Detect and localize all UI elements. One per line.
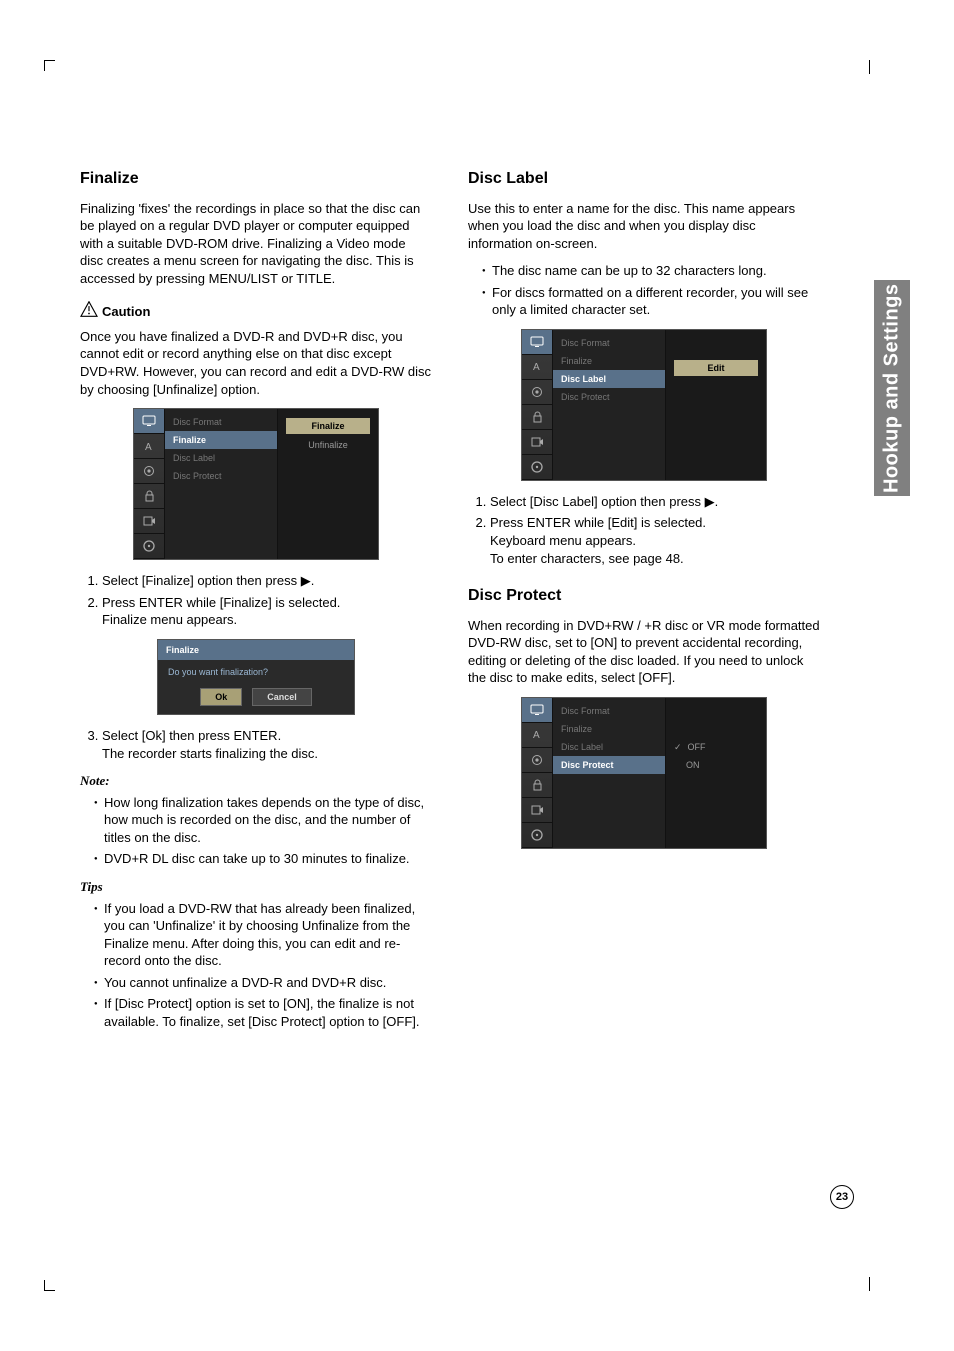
disc-icon bbox=[522, 455, 552, 480]
osd-on: ON bbox=[666, 756, 766, 774]
finalize-steps: Select [Finalize] option then press ▶. P… bbox=[80, 572, 432, 629]
note-item: DVD+R DL disc can take up to 30 minutes … bbox=[94, 850, 432, 868]
lock-icon bbox=[522, 405, 552, 430]
osd-menu-item: Disc Label bbox=[165, 449, 277, 467]
disc-label-bullets: The disc name can be up to 32 characters… bbox=[468, 262, 820, 319]
osd-finalize: A Disc Format Finalize Disc Label Disc P… bbox=[133, 408, 379, 560]
osd-menu-item: Finalize bbox=[553, 720, 665, 738]
step-text: Press ENTER while [Finalize] is selected… bbox=[102, 595, 340, 610]
osd-menu-item: Disc Protect bbox=[553, 388, 665, 406]
disc-protect-body: When recording in DVD+RW / +R disc or VR… bbox=[468, 617, 820, 687]
osd-menu-item: Disc Label bbox=[553, 738, 665, 756]
caution-body: Once you have finalized a DVD-R and DVD+… bbox=[80, 328, 432, 398]
note-list: How long finalization takes depends on t… bbox=[80, 794, 432, 868]
osd-menu-item: Disc Format bbox=[553, 702, 665, 720]
heading-disc-label: Disc Label bbox=[468, 168, 820, 190]
heading-disc-protect: Disc Protect bbox=[468, 585, 820, 607]
step-text: Keyboard menu appears. bbox=[490, 533, 636, 548]
osd-menu-item: Finalize bbox=[553, 352, 665, 370]
crop-mark bbox=[869, 60, 870, 74]
disc-label-intro: Use this to enter a name for the disc. T… bbox=[468, 200, 820, 253]
language-icon: A bbox=[134, 434, 164, 459]
tips-list: If you load a DVD-RW that has already be… bbox=[80, 900, 432, 1031]
crop-mark bbox=[869, 1277, 870, 1291]
svg-text:A: A bbox=[145, 442, 152, 453]
tv-icon bbox=[134, 409, 164, 434]
step-text: Select [Disc Label] option then press ▶. bbox=[490, 494, 718, 509]
language-icon: A bbox=[522, 355, 552, 380]
step: Select [Ok] then press ENTER. The record… bbox=[102, 727, 432, 762]
right-column: Disc Label Use this to enter a name for … bbox=[468, 168, 820, 1040]
lock-icon bbox=[134, 484, 164, 509]
audio-icon bbox=[522, 380, 552, 405]
language-icon: A bbox=[522, 723, 552, 748]
step: Select [Finalize] option then press ▶. bbox=[102, 572, 432, 590]
audio-icon bbox=[134, 459, 164, 484]
step-text: The recorder starts finalizing the disc. bbox=[102, 746, 318, 761]
record-icon bbox=[522, 798, 552, 823]
osd-disc-protect: A Disc Format Finalize Disc Label Disc P… bbox=[521, 697, 767, 849]
finalize-dialog: Finalize Do you want finalization? Ok Ca… bbox=[157, 639, 355, 715]
osd-disc-label: A Disc Format Finalize Disc Label Disc P… bbox=[521, 329, 767, 481]
tv-icon bbox=[522, 330, 552, 355]
crop-mark bbox=[44, 1280, 55, 1291]
step-text: Finalize menu appears. bbox=[102, 612, 237, 627]
disc-label-bullet: The disc name can be up to 32 characters… bbox=[482, 262, 820, 280]
side-tab: Hookup and Settings bbox=[874, 280, 910, 496]
record-icon bbox=[522, 430, 552, 455]
disc-icon bbox=[134, 534, 164, 559]
step: Press ENTER while [Edit] is selected. Ke… bbox=[490, 514, 820, 567]
osd-right-btn: Finalize bbox=[286, 418, 370, 434]
tips-heading: Tips bbox=[80, 878, 432, 896]
osd-menu-item: Disc Format bbox=[165, 413, 277, 431]
dialog-ok: Ok bbox=[200, 688, 242, 706]
disc-label-bullet: For discs formatted on a different recor… bbox=[482, 284, 820, 319]
note-heading: Note: bbox=[80, 772, 432, 790]
osd-off: OFF bbox=[666, 738, 766, 756]
step-text: Select [Finalize] option then press ▶. bbox=[102, 573, 314, 588]
finalize-intro: Finalizing 'fixes' the recordings in pla… bbox=[80, 200, 432, 288]
tv-icon bbox=[522, 698, 552, 723]
audio-icon bbox=[522, 748, 552, 773]
osd-menu-item: Disc Label bbox=[553, 370, 665, 388]
step-text: Press ENTER while [Edit] is selected. bbox=[490, 515, 706, 530]
dialog-title: Finalize bbox=[158, 640, 354, 660]
record-icon bbox=[134, 509, 164, 534]
lock-icon bbox=[522, 773, 552, 798]
tip-item: If you load a DVD-RW that has already be… bbox=[94, 900, 432, 970]
svg-text:A: A bbox=[533, 362, 540, 373]
step: Select [Disc Label] option then press ▶. bbox=[490, 493, 820, 511]
osd-right-item: Unfinalize bbox=[278, 436, 378, 454]
tip-item: If [Disc Protect] option is set to [ON],… bbox=[94, 995, 432, 1030]
osd-edit-btn: Edit bbox=[674, 360, 758, 376]
content-columns: Finalize Finalizing 'fixes' the recordin… bbox=[80, 168, 820, 1040]
step-text: To enter characters, see page 48. bbox=[490, 551, 684, 566]
tip-item: You cannot unfinalize a DVD-R and DVD+R … bbox=[94, 974, 432, 992]
svg-text:A: A bbox=[533, 730, 540, 741]
note-item: How long finalization takes depends on t… bbox=[94, 794, 432, 847]
caution-label: Caution bbox=[102, 303, 150, 321]
osd-menu-item: Disc Protect bbox=[553, 756, 665, 774]
crop-mark bbox=[44, 60, 55, 71]
osd-menu-item: Finalize bbox=[165, 431, 277, 449]
disc-icon bbox=[522, 823, 552, 848]
step: Press ENTER while [Finalize] is selected… bbox=[102, 594, 432, 629]
page-number: 23 bbox=[830, 1185, 854, 1209]
caution-icon bbox=[80, 301, 98, 322]
dialog-cancel: Cancel bbox=[252, 688, 312, 706]
finalize-steps-cont: Select [Ok] then press ENTER. The record… bbox=[80, 727, 432, 762]
step-text: Select [Ok] then press ENTER. bbox=[102, 728, 281, 743]
left-column: Finalize Finalizing 'fixes' the recordin… bbox=[80, 168, 432, 1040]
osd-menu-item: Disc Format bbox=[553, 334, 665, 352]
disc-label-steps: Select [Disc Label] option then press ▶.… bbox=[468, 493, 820, 567]
dialog-message: Do you want finalization? bbox=[158, 660, 354, 684]
caution-row: Caution bbox=[80, 301, 432, 322]
heading-finalize: Finalize bbox=[80, 168, 432, 190]
osd-menu-item: Disc Protect bbox=[165, 467, 277, 485]
